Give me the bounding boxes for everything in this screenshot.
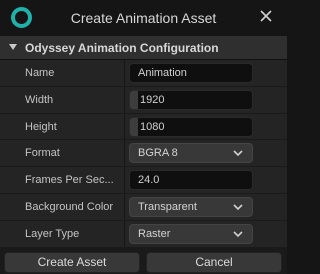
property-list: Name Animation Width 1920 Height 1080 Fo… bbox=[0, 60, 287, 248]
format-value: BGRA 8 bbox=[138, 147, 178, 160]
height-value: 1080 bbox=[140, 120, 165, 133]
name-label: Name bbox=[25, 67, 55, 79]
width-label: Width bbox=[25, 93, 54, 106]
create-animation-asset-dialog: Create Animation Asset Odyssey Animation… bbox=[0, 0, 287, 274]
row-format: Format BGRA 8 bbox=[0, 140, 287, 168]
chevron-down-icon bbox=[233, 231, 243, 237]
row-background-color: Background Color Transparent bbox=[0, 193, 287, 221]
name-input[interactable]: Animation bbox=[129, 63, 253, 83]
fps-label: Frames Per Sec... bbox=[25, 174, 114, 187]
width-value: 1920 bbox=[140, 93, 165, 106]
section-header[interactable]: Odyssey Animation Configuration bbox=[0, 36, 287, 60]
row-layer-type: Layer Type Raster bbox=[0, 220, 287, 248]
layer-type-label: Layer Type bbox=[25, 227, 80, 240]
chevron-down-icon bbox=[233, 150, 243, 157]
width-input[interactable]: 1920 bbox=[129, 89, 253, 110]
column-divider[interactable] bbox=[124, 220, 125, 247]
layer-type-value: Raster bbox=[138, 227, 171, 240]
collapse-arrow-icon[interactable] bbox=[9, 44, 17, 50]
background-color-value: Transparent bbox=[138, 200, 197, 213]
close-button[interactable] bbox=[255, 5, 277, 27]
row-name: Name Animation bbox=[0, 60, 287, 87]
row-width: Width 1920 bbox=[0, 86, 287, 114]
column-divider[interactable] bbox=[124, 167, 125, 194]
height-input[interactable]: 1080 bbox=[129, 116, 253, 137]
column-divider[interactable] bbox=[124, 193, 125, 220]
column-divider[interactable] bbox=[124, 86, 125, 113]
dialog-title: Create Animation Asset bbox=[70, 10, 217, 26]
row-height: Height 1080 bbox=[0, 113, 287, 141]
column-divider[interactable] bbox=[124, 113, 125, 140]
row-fps: Frames Per Sec... 24.0 bbox=[0, 167, 287, 194]
height-label: Height bbox=[25, 120, 57, 133]
close-icon bbox=[260, 10, 272, 22]
format-dropdown[interactable]: BGRA 8 bbox=[129, 143, 253, 164]
dialog-footer: Create Asset Cancel bbox=[0, 250, 287, 274]
background-color-label: Background Color bbox=[25, 200, 114, 213]
column-divider[interactable] bbox=[124, 60, 125, 86]
background-color-dropdown[interactable]: Transparent bbox=[129, 196, 253, 217]
slider-fill bbox=[130, 90, 138, 109]
fps-input[interactable]: 24.0 bbox=[129, 170, 253, 191]
slider-fill bbox=[130, 117, 138, 136]
chevron-down-icon bbox=[233, 204, 243, 211]
column-divider[interactable] bbox=[124, 140, 125, 167]
title-bar: Create Animation Asset bbox=[0, 0, 287, 36]
layer-type-dropdown[interactable]: Raster bbox=[129, 223, 253, 244]
format-label: Format bbox=[25, 147, 60, 160]
cancel-button[interactable]: Cancel bbox=[146, 252, 282, 273]
section-label: Odyssey Animation Configuration bbox=[25, 41, 219, 55]
create-asset-button[interactable]: Create Asset bbox=[4, 252, 140, 273]
